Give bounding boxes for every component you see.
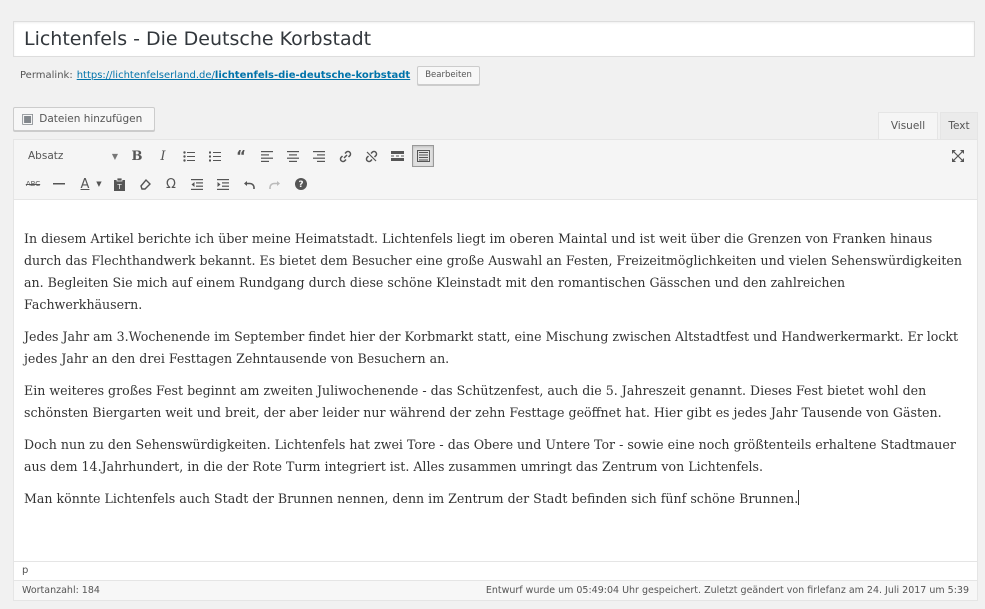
redo-icon[interactable] — [264, 173, 286, 195]
media-icon: ▣ — [21, 111, 35, 127]
permalink-url-base: https://lichtenfelserland.de/ — [76, 69, 215, 81]
toolbar-toggle-icon[interactable] — [412, 145, 434, 167]
indent-icon[interactable] — [212, 173, 234, 195]
svg-text:T: T — [116, 183, 122, 191]
text-color-icon[interactable]: A — [74, 173, 96, 195]
add-media-button[interactable]: ▣ Dateien hinzufügen — [13, 107, 155, 131]
element-path[interactable]: p — [14, 561, 977, 580]
text-cursor — [798, 490, 800, 505]
editor-toolbar: Absatz ▼ B I “ ABC A ▼ T Ω ? — [14, 140, 977, 200]
content-paragraph: Doch nun zu den Sehenswürdigkeiten. Lich… — [24, 437, 956, 474]
horizontal-line-icon[interactable] — [48, 173, 70, 195]
chevron-down-icon: ▼ — [111, 151, 118, 161]
toolbar-row-2: ABC A ▼ T Ω ? — [22, 173, 316, 195]
save-info: Entwurf wurde um 05:49:04 Uhr gespeicher… — [485, 585, 969, 596]
status-bar: Wortanzahl: 184 Entwurf wurde um 05:49:0… — [14, 580, 977, 600]
align-left-icon[interactable] — [256, 145, 278, 167]
editor-content[interactable]: In diesem Artikel berichte ich über mein… — [24, 228, 964, 520]
word-count: Wortanzahl: 184 — [22, 585, 100, 596]
link-icon[interactable] — [334, 145, 356, 167]
toolbar-row-1: Absatz ▼ B I “ — [22, 145, 438, 167]
tab-text[interactable]: Text — [940, 112, 978, 139]
clear-formatting-icon[interactable] — [134, 173, 156, 195]
read-more-icon[interactable] — [386, 145, 408, 167]
text-color-chevron-icon[interactable]: ▼ — [94, 173, 104, 195]
content-paragraph: Ein weiteres großes Fest beginnt am zwei… — [24, 383, 942, 420]
undo-icon[interactable] — [238, 173, 260, 195]
add-media-label: Dateien hinzufügen — [39, 113, 143, 125]
help-icon[interactable]: ? — [290, 173, 312, 195]
content-paragraph: In diesem Artikel berichte ich über mein… — [24, 231, 962, 312]
post-title-input[interactable]: Lichtenfels - Die Deutsche Korbstadt — [13, 21, 975, 57]
content-paragraph: Jedes Jahr am 3.Wochenende im September … — [24, 329, 959, 366]
format-select-value: Absatz — [28, 150, 64, 162]
special-character-icon[interactable]: Ω — [160, 173, 182, 195]
outdent-icon[interactable] — [186, 173, 208, 195]
format-select[interactable]: Absatz ▼ — [22, 145, 124, 167]
content-paragraph-last: Man könnte Lichtenfels auch Stadt der Br… — [24, 488, 964, 510]
permalink-row: Permalink: https://lichtenfelserland.de/… — [20, 64, 480, 86]
unlink-icon[interactable] — [360, 145, 382, 167]
permalink-link[interactable]: https://lichtenfelserland.de/lichtenfels… — [77, 70, 411, 81]
numbered-list-icon[interactable] — [204, 145, 226, 167]
permalink-label: Permalink: — [20, 69, 73, 81]
editor-container: Absatz ▼ B I “ ABC A ▼ T Ω ? In diesem A… — [13, 139, 978, 601]
fullscreen-icon[interactable] — [947, 145, 969, 167]
blockquote-icon[interactable]: “ — [230, 145, 252, 167]
strikethrough-icon[interactable]: ABC — [22, 173, 44, 195]
tab-visual[interactable]: Visuell — [878, 112, 938, 139]
bold-icon[interactable]: B — [126, 145, 148, 167]
svg-text:?: ? — [298, 180, 303, 190]
italic-icon[interactable]: I — [152, 145, 174, 167]
align-center-icon[interactable] — [282, 145, 304, 167]
permalink-edit-button[interactable]: Bearbeiten — [417, 65, 480, 85]
align-right-icon[interactable] — [308, 145, 330, 167]
content-paragraph-text: Man könnte Lichtenfels auch Stadt der Br… — [24, 491, 799, 506]
bulleted-list-icon[interactable] — [178, 145, 200, 167]
paste-text-icon[interactable]: T — [108, 173, 130, 195]
permalink-url-slug: lichtenfels-die-deutsche-korbstadt — [214, 69, 411, 81]
